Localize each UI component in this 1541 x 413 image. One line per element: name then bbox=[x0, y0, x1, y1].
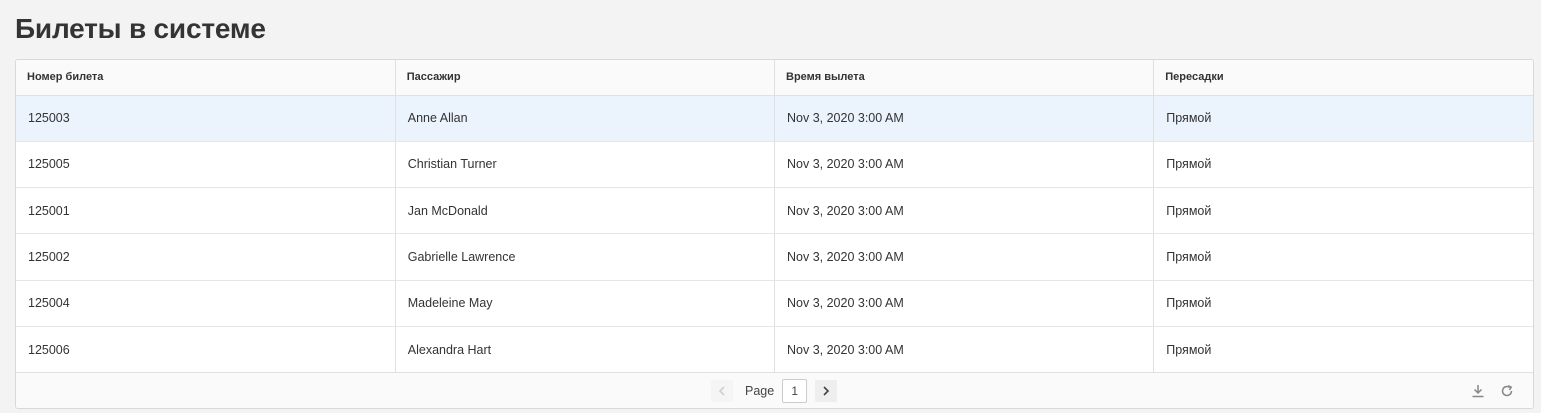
table-row[interactable]: 125006 Alexandra Hart Nov 3, 2020 3:00 A… bbox=[16, 326, 1533, 374]
download-icon bbox=[1472, 385, 1484, 398]
cell-transfers[interactable]: Прямой bbox=[1153, 233, 1533, 281]
page-title: Билеты в системе bbox=[15, 13, 266, 44]
tickets-table: Номер билета Пассажир Время вылета Перес… bbox=[16, 60, 1533, 374]
cell-ticket-number[interactable]: 125006 bbox=[16, 326, 396, 374]
paging-toolbar: Page 1 bbox=[16, 372, 1533, 408]
table-row[interactable]: 125002 Gabrielle Lawrence Nov 3, 2020 3:… bbox=[16, 233, 1533, 281]
cell-ticket-number[interactable]: 125003 bbox=[16, 95, 396, 142]
cell-transfers[interactable]: Прямой bbox=[1153, 95, 1533, 142]
page-number-input[interactable]: 1 bbox=[782, 379, 808, 403]
cell-passenger[interactable]: Madeleine May bbox=[395, 280, 776, 327]
cell-departure-time[interactable]: Nov 3, 2020 3:00 AM bbox=[774, 95, 1155, 142]
column-header-passenger[interactable]: Пассажир bbox=[395, 60, 776, 96]
pagination: Page 1 bbox=[711, 379, 838, 403]
cell-departure-time[interactable]: Nov 3, 2020 3:00 AM bbox=[774, 326, 1155, 374]
table-row[interactable]: 125001 Jan McDonald Nov 3, 2020 3:00 AM … bbox=[16, 187, 1533, 235]
cell-departure-time[interactable]: Nov 3, 2020 3:00 AM bbox=[774, 141, 1155, 189]
next-page-button[interactable] bbox=[815, 380, 838, 402]
cell-departure-time[interactable]: Nov 3, 2020 3:00 AM bbox=[774, 280, 1155, 327]
cell-ticket-number[interactable]: 125002 bbox=[16, 233, 396, 281]
table-row[interactable]: 125004 Madeleine May Nov 3, 2020 3:00 AM… bbox=[16, 280, 1533, 327]
cell-passenger[interactable]: Jan McDonald bbox=[395, 187, 776, 235]
tickets-grid: Номер билета Пассажир Время вылета Перес… bbox=[15, 59, 1534, 409]
cell-ticket-number[interactable]: 125001 bbox=[16, 187, 396, 235]
cell-ticket-number[interactable]: 125005 bbox=[16, 141, 396, 189]
cell-transfers[interactable]: Прямой bbox=[1153, 326, 1533, 374]
cell-departure-time[interactable]: Nov 3, 2020 3:00 AM bbox=[774, 233, 1155, 281]
cell-passenger[interactable]: Alexandra Hart bbox=[395, 326, 776, 374]
table-header-row: Номер билета Пассажир Время вылета Перес… bbox=[16, 60, 1533, 96]
cell-passenger[interactable]: Gabrielle Lawrence bbox=[395, 233, 776, 281]
chevron-right-icon bbox=[823, 386, 830, 396]
column-header-departure-time[interactable]: Время вылета bbox=[774, 60, 1155, 96]
cell-passenger[interactable]: Anne Allan bbox=[395, 95, 776, 142]
refresh-button[interactable] bbox=[1498, 382, 1516, 400]
prev-page-button[interactable] bbox=[711, 380, 733, 402]
page-label: Page bbox=[745, 384, 775, 398]
cell-departure-time[interactable]: Nov 3, 2020 3:00 AM bbox=[774, 187, 1155, 235]
chevron-left-icon bbox=[718, 386, 725, 396]
cell-ticket-number[interactable]: 125004 bbox=[16, 280, 396, 327]
cell-passenger[interactable]: Christian Turner bbox=[395, 141, 776, 189]
cell-transfers[interactable]: Прямой bbox=[1153, 141, 1533, 189]
table-row[interactable]: 125005 Christian Turner Nov 3, 2020 3:00… bbox=[16, 141, 1533, 189]
cell-transfers[interactable]: Прямой bbox=[1153, 187, 1533, 235]
export-button[interactable] bbox=[1469, 382, 1487, 400]
cell-transfers[interactable]: Прямой bbox=[1153, 280, 1533, 327]
column-header-transfers[interactable]: Пересадки bbox=[1153, 60, 1533, 96]
refresh-icon bbox=[1501, 384, 1513, 397]
column-header-ticket-number[interactable]: Номер билета bbox=[16, 60, 396, 96]
table-row[interactable]: 125003 Anne Allan Nov 3, 2020 3:00 AM Пр… bbox=[16, 95, 1533, 142]
